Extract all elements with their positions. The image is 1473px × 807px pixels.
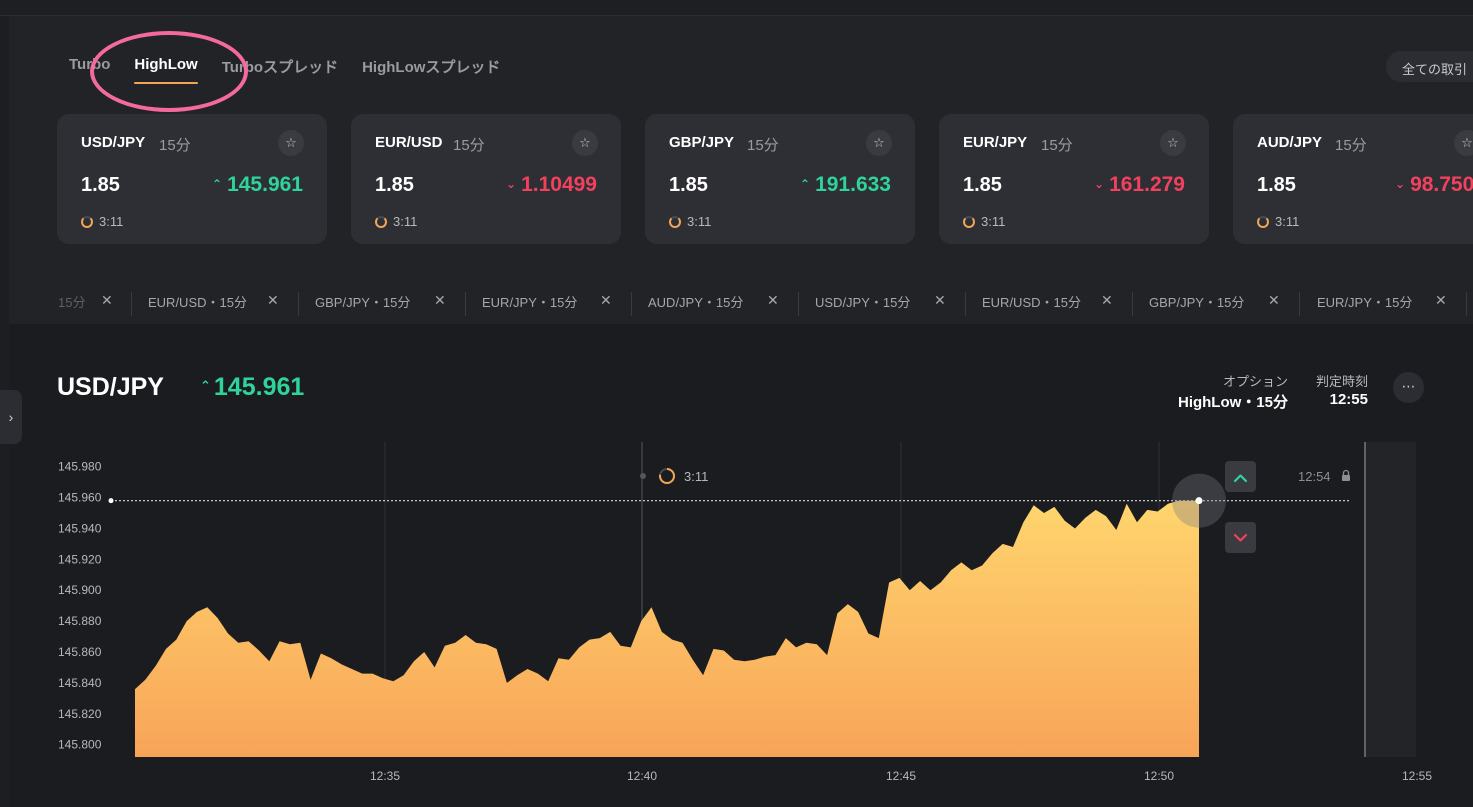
y-tick-label: 145.880 bbox=[58, 614, 102, 628]
x-tick-label: 12:35 bbox=[370, 769, 400, 783]
y-tick-label: 145.920 bbox=[58, 552, 102, 566]
lock-shackle bbox=[1342, 469, 1350, 475]
y-tick-label: 145.980 bbox=[58, 460, 102, 474]
y-tick-label: 145.840 bbox=[58, 676, 102, 690]
y-tick-label: 145.820 bbox=[58, 707, 102, 721]
current-rate-marker-left bbox=[108, 498, 114, 504]
price-chart[interactable]: 145.980 145.960 145.940 145.920 145.900 145.8… bbox=[0, 0, 1473, 807]
x-tick-label: 12:45 bbox=[886, 769, 916, 783]
entry-marker-dot bbox=[640, 473, 646, 479]
y-tick-label: 145.860 bbox=[58, 645, 102, 659]
y-tick-label: 145.800 bbox=[58, 738, 102, 752]
price-area-series bbox=[135, 500, 1199, 757]
x-tick-label: 12:40 bbox=[627, 769, 657, 783]
cutoff-time-label: 12:54 bbox=[1298, 469, 1331, 484]
y-tick-label: 145.900 bbox=[58, 583, 102, 597]
x-tick-label: 12:55 bbox=[1402, 769, 1432, 783]
y-tick-label: 145.940 bbox=[58, 521, 102, 535]
low-button[interactable] bbox=[1225, 522, 1256, 553]
expiry-zone bbox=[1365, 442, 1416, 757]
lock-icon bbox=[1342, 475, 1350, 481]
current-point bbox=[1195, 497, 1203, 505]
y-tick-label: 145.960 bbox=[58, 491, 102, 505]
entry-timer-label: 3:11 bbox=[684, 469, 708, 484]
x-tick-label: 12:50 bbox=[1144, 769, 1174, 783]
